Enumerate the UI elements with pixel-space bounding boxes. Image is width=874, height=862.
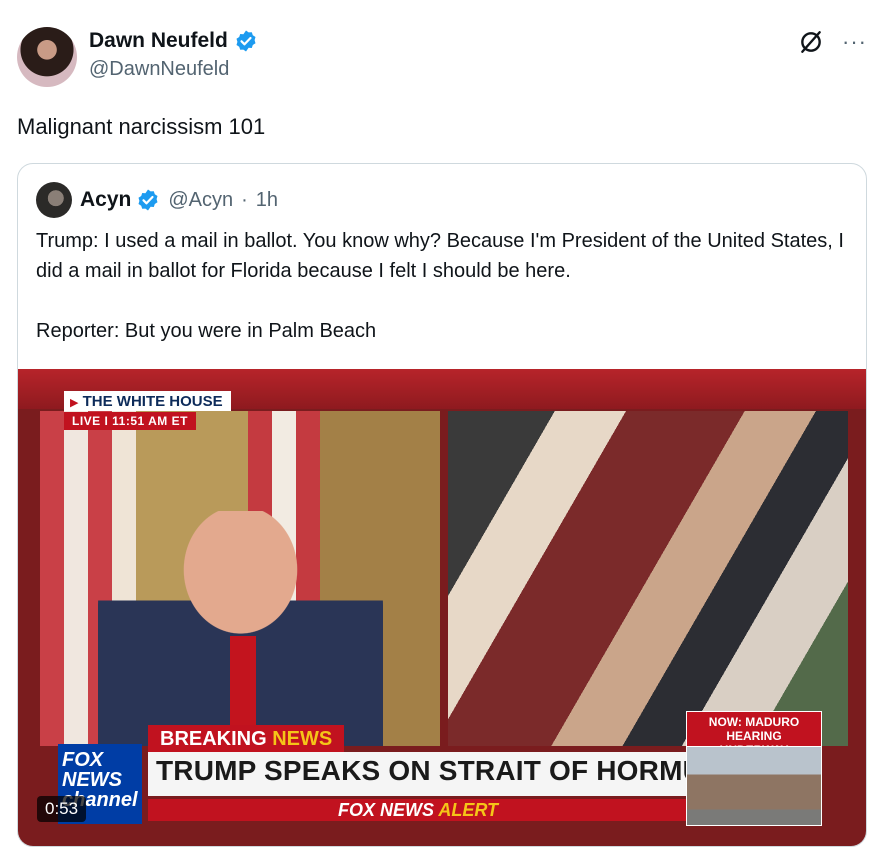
meta-separator: · (241, 188, 248, 211)
post-header: Dawn Neufeld @DawnNeufeld ··· (17, 25, 867, 89)
location-label: ▶ THE WHITE HOUSE (64, 391, 231, 411)
video-player[interactable]: ▶ THE WHITE HOUSE LIVE I 11:51 AM ET NOW… (18, 369, 866, 846)
alert-bar: FOX NEWS ALERT (148, 799, 688, 821)
alert-word: ALERT (438, 800, 499, 820)
location-text: THE WHITE HOUSE (82, 393, 223, 410)
video-right-panel (448, 411, 848, 746)
quoted-header: Acyn @Acyn · 1h (36, 182, 278, 218)
author-handle[interactable]: @DawnNeufeld (89, 58, 258, 81)
quoted-text: Trump: I used a mail in ballot. You know… (36, 230, 844, 342)
alert-brand: FOX NEWS (337, 800, 434, 820)
post-text: Malignant narcissism 101 (17, 114, 266, 139)
headline: TRUMP SPEAKS ON STRAIT OF HORMUZ (156, 755, 721, 786)
breaking-word: BREAKING (160, 728, 267, 750)
quoted-post[interactable]: Acyn @Acyn · 1h Trump: I used a mail in … (17, 163, 867, 847)
post-actions: ··· (798, 29, 867, 55)
more-icon[interactable]: ··· (842, 31, 867, 53)
video-left-panel (40, 411, 440, 746)
news-word: NEWS (272, 728, 333, 750)
verified-badge-icon (236, 30, 256, 52)
author-name-row[interactable]: Dawn Neufeld (89, 29, 258, 53)
quoted-author-avatar[interactable] (36, 182, 72, 218)
inset-thumbnail (686, 746, 822, 826)
grok-icon[interactable] (798, 29, 824, 55)
quoted-author-name-row[interactable]: Acyn (80, 188, 160, 212)
play-triangle-icon: ▶ (70, 397, 79, 409)
verified-badge-icon (138, 189, 158, 211)
breaking-news-banner: BREAKING NEWS (148, 725, 345, 754)
author-block: Dawn Neufeld @DawnNeufeld (89, 29, 258, 81)
live-label: LIVE I 11:51 AM ET (64, 412, 196, 430)
author-avatar[interactable] (17, 27, 77, 87)
quoted-author-handle[interactable]: @Acyn (168, 189, 233, 212)
video-duration: 0:53 (37, 796, 87, 822)
author-name[interactable]: Dawn Neufeld (89, 29, 228, 53)
quoted-timestamp[interactable]: 1h (256, 189, 278, 212)
quoted-author-name[interactable]: Acyn (80, 188, 131, 212)
